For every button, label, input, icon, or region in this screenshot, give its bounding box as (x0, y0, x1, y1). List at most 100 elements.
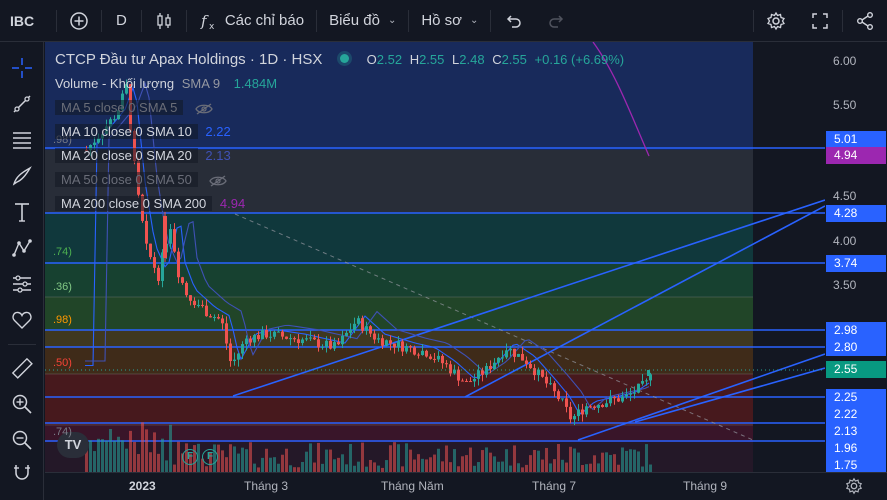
chart-layout-menu[interactable]: Biểu đồ ⌄ (317, 0, 408, 42)
favorites-tool[interactable] (10, 308, 34, 332)
volume-bar (645, 444, 648, 472)
share-button[interactable] (843, 0, 887, 42)
candle-body (257, 335, 260, 340)
ruler-tool[interactable] (10, 356, 34, 380)
volume-bar (369, 459, 372, 472)
text-tool[interactable] (10, 200, 34, 224)
volume-bar (389, 445, 392, 472)
candle-body (373, 333, 376, 340)
high-key: H (409, 52, 420, 67)
candle-body (181, 277, 184, 283)
candle-body (589, 406, 592, 408)
candle-body (237, 353, 240, 360)
open-value: 2.52 (376, 52, 403, 67)
financials-event-badge[interactable]: F (202, 449, 218, 465)
candle-body (153, 257, 156, 268)
candle-body (349, 329, 352, 333)
undo-button[interactable] (491, 0, 535, 42)
volume-bar (421, 458, 424, 472)
zoom-out-tool[interactable] (10, 428, 34, 452)
candle-body (221, 318, 224, 324)
volume-bar (245, 449, 248, 472)
volume-bar (109, 429, 112, 472)
fullscreen-icon (810, 11, 830, 31)
volume-bar (105, 440, 108, 472)
pattern-tool[interactable] (10, 236, 34, 260)
forecast-tool[interactable] (10, 272, 34, 296)
ma10-legend-row[interactable]: MA 10 close 0 SMA 10 2.22 (55, 122, 231, 142)
candle-body (393, 343, 396, 348)
volume-bar (385, 460, 388, 472)
ma20-legend-row[interactable]: MA 20 close 0 SMA 20 2.13 (55, 146, 231, 166)
undo-icon (503, 11, 523, 31)
candle-body (533, 368, 536, 376)
fullscreen-button[interactable] (798, 0, 842, 42)
close-key: C (492, 52, 502, 67)
candle-body (261, 330, 264, 340)
volume-bar (477, 462, 480, 472)
profile-menu[interactable]: Hồ sơ ⌄ (409, 0, 490, 42)
ma200-legend-row[interactable]: MA 200 close 0 SMA 200 4.94 (55, 194, 245, 214)
volume-bar (585, 464, 588, 472)
candle-body (609, 396, 612, 404)
eye-crossed-icon[interactable] (209, 175, 228, 187)
volume-bar (333, 459, 336, 472)
time-axis[interactable]: 2023 Tháng 3 Tháng Năm Tháng 7 Tháng 9 (45, 472, 887, 500)
redo-button[interactable] (535, 0, 579, 42)
candle-body (505, 350, 508, 358)
chart-settings-button[interactable] (845, 477, 863, 495)
svg-text:f: f (200, 12, 209, 30)
ma10-label: MA 10 close 0 SMA 10 (55, 124, 198, 139)
ma5-legend-row[interactable]: MA 5 close 0 SMA 5 (55, 98, 213, 118)
settings-button[interactable] (754, 0, 798, 42)
magnet-tool[interactable] (10, 460, 34, 484)
candle-body (605, 403, 608, 407)
volume-bar (285, 448, 288, 472)
fib-level-label: .74) (53, 246, 72, 258)
volume-value: 1.484M (233, 76, 278, 91)
compare-add-button[interactable] (57, 0, 101, 42)
level-price-badge: 2.98 (826, 322, 886, 339)
fib-zone (45, 263, 753, 297)
volume-legend-row[interactable]: Volume - Khối lượng SMA 9 1.484M (55, 74, 277, 94)
eye-crossed-icon[interactable] (195, 103, 213, 115)
fib-tool[interactable] (10, 128, 34, 152)
candle-body (345, 332, 348, 336)
financials-event-badge[interactable]: F (182, 449, 198, 465)
magnet-icon (14, 465, 30, 480)
candle-body (465, 380, 468, 382)
interval-button[interactable]: D (102, 0, 141, 42)
level-price-badge: 2.80 (826, 339, 886, 356)
candle-body (381, 338, 384, 346)
svg-text:x: x (209, 22, 215, 31)
price-axis[interactable]: 6.00 5.50 4.50 4.00 3.50 5.01 4.94 4.28 … (825, 42, 887, 474)
candle-body (245, 338, 248, 345)
sliders-icon (13, 275, 31, 293)
volume-bar (149, 452, 152, 472)
volume-bar (393, 442, 396, 472)
chart-type-button[interactable] (142, 0, 186, 42)
indicators-button[interactable]: fx Các chỉ báo (187, 0, 316, 42)
symbol-search-button[interactable]: IBC (0, 0, 56, 42)
crosshair-tool[interactable] (10, 56, 34, 80)
candle-body (277, 331, 280, 333)
candle-body (229, 343, 232, 362)
volume-bar (221, 450, 224, 472)
brush-tool[interactable] (10, 164, 34, 188)
candle-body (621, 396, 624, 402)
volume-bar (137, 454, 140, 472)
volume-bar (89, 440, 92, 472)
ma50-legend-row[interactable]: MA 50 close 0 SMA 50 (55, 170, 228, 190)
time-tick: Tháng 3 (244, 479, 289, 493)
volume-bar (605, 452, 608, 472)
candle-body (593, 406, 596, 408)
trendline-tool[interactable] (10, 92, 34, 116)
candle-body (613, 396, 616, 399)
volume-bar (329, 449, 332, 472)
volume-bar (493, 456, 496, 472)
volume-bar (553, 459, 556, 472)
symbol-legend-row[interactable]: CTCP Đầu tư Apax Holdings · 1D · HSX O2.… (55, 50, 624, 70)
zoom-in-tool[interactable] (10, 392, 34, 416)
candle-body (581, 409, 584, 415)
profile-menu-label: Hồ sơ (421, 12, 463, 29)
